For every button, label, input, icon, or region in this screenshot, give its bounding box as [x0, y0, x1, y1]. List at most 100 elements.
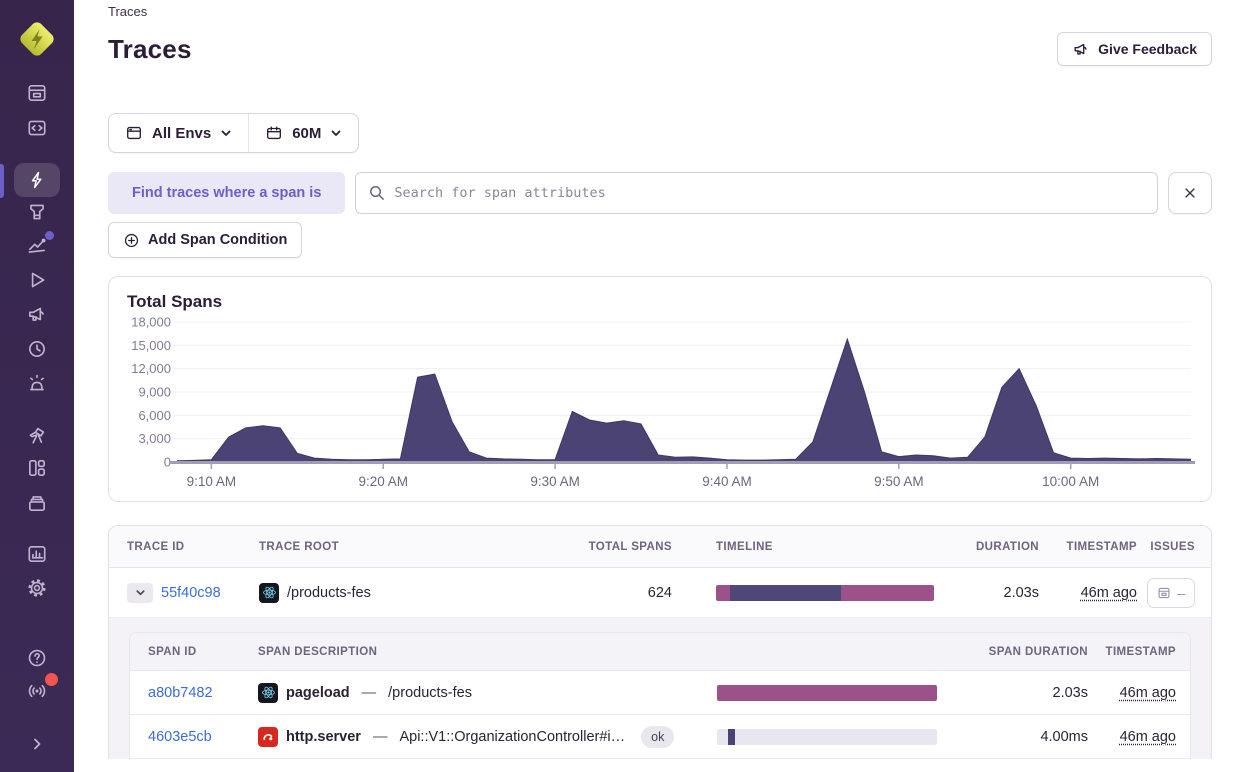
archive-icon [26, 492, 48, 514]
breadcrumb[interactable]: Traces [108, 4, 147, 19]
svg-text:9:10 AM: 9:10 AM [187, 474, 237, 489]
svg-text:12,000: 12,000 [131, 361, 171, 376]
chart-line-icon [26, 235, 48, 257]
span-op: pageload [286, 685, 350, 701]
clock-history-icon [26, 338, 48, 360]
trace-timeline-bar[interactable] [716, 585, 934, 601]
main-content: Traces Traces Give Feedback All Envs 60M… [74, 0, 1244, 772]
code-folder-icon [26, 117, 48, 139]
play-icon [26, 269, 48, 291]
col-span-id: SPAN ID [148, 646, 258, 658]
span-op: http.server [286, 729, 361, 745]
dashboard-icon [26, 457, 48, 479]
add-span-condition-label: Add Span Condition [148, 232, 287, 248]
span-timestamp[interactable]: 46m ago [1120, 729, 1176, 745]
span-row: 4603e5cb http.server — Api::V1::Organiza… [130, 715, 1190, 759]
sidebar-item-whats-new[interactable] [14, 676, 60, 706]
trace-issues-button[interactable]: – [1147, 578, 1195, 608]
stats-icon [26, 543, 48, 565]
sidebar-item-projects[interactable] [14, 113, 60, 143]
traces-table-header: TRACE ID TRACE ROOT TOTAL SPANS TIMELINE… [109, 526, 1211, 568]
sidebar-item-releases[interactable] [14, 334, 60, 364]
time-range-filter[interactable]: 60M [249, 114, 358, 152]
sidebar-collapse-button[interactable] [14, 729, 60, 759]
ruby-platform-icon [258, 727, 278, 747]
total-spans-chart[interactable]: 03,0006,0009,00012,00015,00018,0009:10 A… [127, 314, 1195, 492]
app-logo[interactable] [0, 0, 74, 78]
app-root: Traces Traces Give Feedback All Envs 60M… [0, 0, 1244, 772]
sidebar-item-archive[interactable] [14, 488, 60, 518]
lightning-icon [27, 170, 47, 190]
span-duration-bar [717, 729, 937, 745]
sidebar-item-help[interactable] [14, 643, 60, 673]
sidebar-item-performance[interactable] [14, 163, 60, 197]
clear-search-button[interactable] [1168, 172, 1212, 214]
sidebar-item-stats[interactable] [14, 539, 60, 569]
svg-text:10:00 AM: 10:00 AM [1042, 474, 1099, 489]
active-nav-indicator [0, 164, 4, 198]
chart-title: Total Spans [127, 292, 1193, 312]
sidebar-item-alerts[interactable] [14, 368, 60, 398]
chevron-down-icon [220, 127, 232, 139]
siren-icon [26, 372, 48, 394]
svg-text:6,000: 6,000 [138, 408, 171, 423]
whats-new-notification-dot [45, 673, 58, 686]
col-span-description: SPAN DESCRIPTION [258, 646, 678, 658]
span-attributes-search-input[interactable] [355, 172, 1158, 214]
react-platform-icon [258, 683, 278, 703]
svg-text:9:50 AM: 9:50 AM [874, 474, 924, 489]
sidebar-item-replays[interactable] [14, 265, 60, 295]
environment-filter-label: All Envs [152, 125, 211, 142]
span-timestamp[interactable]: 46m ago [1120, 685, 1176, 701]
svg-text:15,000: 15,000 [131, 338, 171, 353]
sidebar-item-metrics[interactable] [14, 231, 60, 261]
calendar-icon [265, 124, 283, 142]
flashlight-icon [26, 201, 48, 223]
page-title: Traces [108, 34, 192, 65]
sidebar-item-profiling[interactable] [14, 197, 60, 227]
close-icon [1182, 185, 1198, 201]
span-id-link[interactable]: 4603e5cb [148, 729, 212, 745]
sidebar-item-discover[interactable] [14, 420, 60, 450]
span-row: a80b7482 pageload — /products-fes 2.03s … [130, 671, 1190, 715]
sidebar-item-feedback[interactable] [14, 299, 60, 329]
give-feedback-button[interactable]: Give Feedback [1057, 32, 1212, 66]
environment-filter[interactable]: All Envs [109, 114, 248, 152]
span-status-badge: ok [641, 726, 674, 748]
collapse-trace-button[interactable] [127, 583, 153, 603]
megaphone-icon [26, 303, 48, 325]
trace-timestamp[interactable]: 46m ago [1081, 585, 1137, 601]
spans-table-header: SPAN ID SPAN DESCRIPTION SPAN DURATION T… [130, 633, 1190, 671]
chevron-down-icon [330, 127, 342, 139]
span-search-row: Find traces where a span is [108, 172, 1212, 214]
sidebar-item-settings[interactable] [14, 573, 60, 603]
sidebar-item-dashboards[interactable] [14, 453, 60, 483]
col-trace-root: TRACE ROOT [259, 541, 552, 553]
col-span-timestamp: TIMESTAMP [1088, 646, 1176, 658]
search-icon [367, 183, 386, 202]
span-description: /products-fes [388, 685, 472, 701]
spans-table: SPAN ID SPAN DESCRIPTION SPAN DURATION T… [129, 632, 1191, 759]
trace-id-link[interactable]: 55f40c98 [161, 585, 221, 601]
svg-text:3,000: 3,000 [138, 431, 171, 446]
trace-root-label: /products-fes [287, 585, 371, 601]
col-timestamp: TIMESTAMP [1039, 541, 1137, 553]
span-description: Api::V1::OrganizationController#i… [399, 729, 625, 745]
span-duration: 4.00ms [928, 729, 1088, 745]
trace-row: 55f40c98 /products-fes 624 2.03s 46m ago [109, 568, 1211, 618]
issues-icon [1157, 586, 1171, 600]
add-span-condition-button[interactable]: Add Span Condition [108, 222, 302, 258]
expanded-trace-area: SPAN ID SPAN DESCRIPTION SPAN DURATION T… [109, 618, 1211, 759]
span-separator: — [373, 729, 388, 745]
col-timeline: TIMELINE [672, 541, 934, 553]
span-id-link[interactable]: a80b7482 [148, 685, 213, 701]
question-icon [26, 647, 48, 669]
megaphone-icon [1072, 40, 1090, 58]
metrics-notification-dot [45, 231, 54, 240]
col-total-spans: TOTAL SPANS [552, 541, 672, 553]
logo-diamond-icon [15, 17, 59, 61]
gear-icon [26, 577, 48, 599]
span-separator: — [362, 685, 377, 701]
give-feedback-label: Give Feedback [1098, 41, 1197, 57]
sidebar-item-issues[interactable] [14, 78, 60, 108]
